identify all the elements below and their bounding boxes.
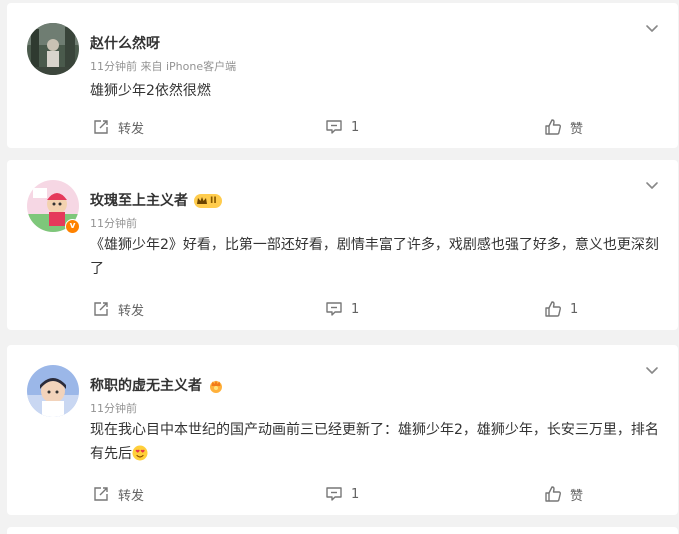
share-icon [94,487,108,501]
comment-button[interactable]: 1 [325,297,359,321]
comment-count: 1 [351,301,360,317]
comment-text: 《雄狮少年2》好看，比第一部还好看，剧情丰富了许多，戏剧感也强了好多，意义也更深… [90,237,659,277]
avatar-image [27,365,79,417]
thumbs-up-icon [545,301,561,317]
share-icon [94,302,108,316]
chevron-down-icon[interactable] [644,362,660,378]
share-button[interactable]: 转发 [92,297,144,321]
comment-count: 1 [351,119,360,135]
avatar[interactable] [27,365,79,417]
like-count: 1 [570,301,579,317]
share-label: 转发 [118,121,145,137]
share-button[interactable]: 转发 [92,482,144,506]
level-badge[interactable]: II [194,194,222,208]
comment-icon [326,120,342,134]
like-button[interactable]: 1 [544,297,578,321]
action-bar: 转发 1 1 [7,297,678,321]
level-text: II [210,196,217,206]
comment-icon [326,487,342,501]
comment-text: 雄狮少年2依然很燃 [90,83,211,99]
avatar[interactable] [27,23,79,75]
comment-count: 1 [351,486,360,502]
comment-card-partial [7,527,678,534]
username-row: 称职的虚无主义者 [90,375,224,395]
like-button[interactable]: 赞 [544,115,583,139]
username-row: 玫瑰至上主义者 II [90,190,222,210]
verified-v-icon: v [65,219,80,234]
comment-meta: 11分钟前 来自 iPhone客户端 [90,60,237,73]
like-label: 赞 [570,121,584,137]
share-label: 转发 [118,488,145,504]
thumbs-up-icon [545,486,561,502]
crown-icon [197,197,207,204]
username[interactable]: 赵什么然呀 [90,33,160,53]
thumbs-up-icon [545,119,561,135]
comment-button[interactable]: 1 [325,115,359,139]
comment-feed: 赵什么然呀 11分钟前 来自 iPhone客户端 雄狮少年2依然很燃 转发 1 [0,0,679,534]
action-bar: 转发 1 赞 [7,115,678,139]
share-label: 转发 [118,303,145,319]
comment-meta: 11分钟前 [90,217,137,230]
crown-icon[interactable] [208,378,224,394]
action-bar: 转发 1 赞 [7,482,678,506]
like-button[interactable]: 赞 [544,482,583,506]
username[interactable]: 称职的虚无主义者 [90,378,202,394]
share-icon [94,120,108,134]
chevron-down-icon[interactable] [644,20,660,36]
heart-eyes-emoji-icon [132,445,148,461]
comment-card: 称职的虚无主义者 11分钟前 现在我心目中本世纪的国产动画前三已经更新了：雄狮少… [7,345,678,515]
avatar-image [27,23,79,75]
share-button[interactable]: 转发 [92,115,144,139]
chevron-down-icon[interactable] [644,177,660,193]
comment-card: v 玫瑰至上主义者 II 11分钟前 《雄狮少年2》好看，比第一部还好看，剧情丰富… [7,160,678,330]
comment-text-wrap: 现在我心目中本世纪的国产动画前三已经更新了：雄狮少年2，雄狮少年，长安三万里，排… [90,418,665,466]
comment-meta: 11分钟前 [90,402,137,415]
like-label: 赞 [570,488,584,504]
comment-card: 赵什么然呀 11分钟前 来自 iPhone客户端 雄狮少年2依然很燃 转发 1 [7,3,678,148]
comment-icon [326,302,342,316]
comment-text: 现在我心目中本世纪的国产动画前三已经更新了：雄狮少年2，雄狮少年，长安三万里，排… [90,422,659,462]
username[interactable]: 玫瑰至上主义者 [90,193,188,209]
comment-button[interactable]: 1 [325,482,359,506]
